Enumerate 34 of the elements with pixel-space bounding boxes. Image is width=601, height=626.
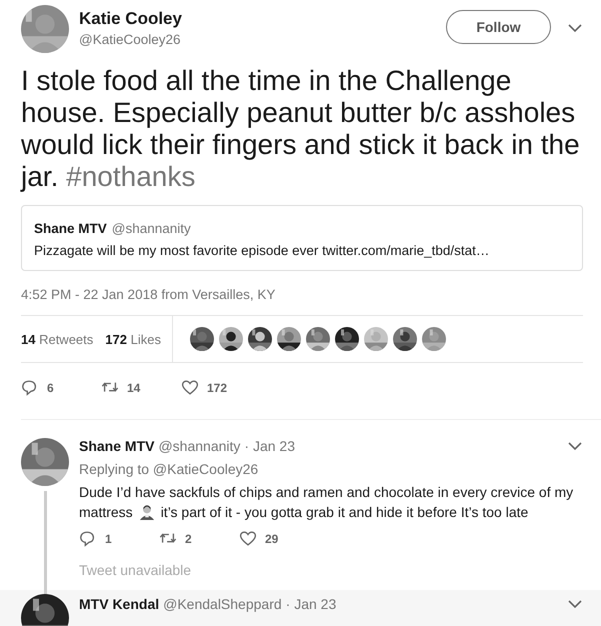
person-emoji-icon bbox=[138, 504, 155, 520]
unavailable-note: Tweet unavailable bbox=[79, 562, 192, 578]
quoted-tweet[interactable]: Shane MTV @shannanity Pizzagate will be my most favorite episode ever twitter.com/marie_tbd/stat… bbox=[21, 205, 583, 271]
heart-icon[interactable] bbox=[181, 379, 199, 397]
action-count: 6 bbox=[47, 381, 54, 395]
user-name: Katie Cooley bbox=[79, 9, 183, 29]
quoted-tweet-text: Pizzagate will be my most favorite episode ever twitter.com/marie_tbd/stat… bbox=[34, 243, 490, 258]
heart-icon[interactable] bbox=[239, 530, 257, 548]
reply-icon[interactable] bbox=[79, 530, 97, 548]
hashtag-link[interactable]: #nothanks bbox=[66, 161, 196, 192]
follow-button[interactable]: Follow bbox=[446, 10, 551, 44]
action-count: 2 bbox=[185, 532, 192, 546]
user-name: MTV Kendal bbox=[79, 596, 160, 612]
quoted-user-name: Shane MTV bbox=[34, 221, 107, 236]
reply-text: mattress bbox=[79, 503, 133, 522]
reply-text: it’s part of it - you gotta grab it and hide it before It’s too late bbox=[160, 503, 528, 522]
action-count: 172 bbox=[207, 381, 228, 395]
tweet-text: I stole food all the time in the Challenge house. Especially peanut butter b/c assholes would lick their fingers and stick it back in the jar. #nothanks bbox=[21, 65, 581, 193]
user-handle: @KendalSheppard bbox=[163, 596, 282, 612]
user-name: Shane MTV bbox=[79, 438, 154, 454]
user-handle: @shannanity bbox=[158, 438, 240, 454]
replying-to-text: Replying to @KatieCooley26 bbox=[79, 461, 260, 477]
action-count: 14 bbox=[127, 381, 140, 395]
timestamp: 4:52 PM - 22 Jan 2018 from Versailles, KY bbox=[21, 287, 276, 302]
stat-link[interactable]: 14 Retweets bbox=[21, 332, 94, 346]
user-handle: @KatieCooley26 bbox=[79, 32, 182, 47]
reply-text: Dude I’d have sackfuls of chips and ramen and chocolate in every crevice of my bbox=[79, 483, 574, 502]
action-count: 1 bbox=[105, 532, 112, 546]
tweet-date: · Jan 23 bbox=[286, 596, 336, 612]
reply-icon[interactable] bbox=[21, 379, 39, 397]
action-count: 29 bbox=[265, 532, 278, 546]
quoted-user-handle: @shannanity bbox=[112, 221, 191, 236]
tweet-date: · Jan 23 bbox=[244, 438, 295, 454]
stat-link[interactable]: 172 Likes bbox=[105, 332, 161, 346]
